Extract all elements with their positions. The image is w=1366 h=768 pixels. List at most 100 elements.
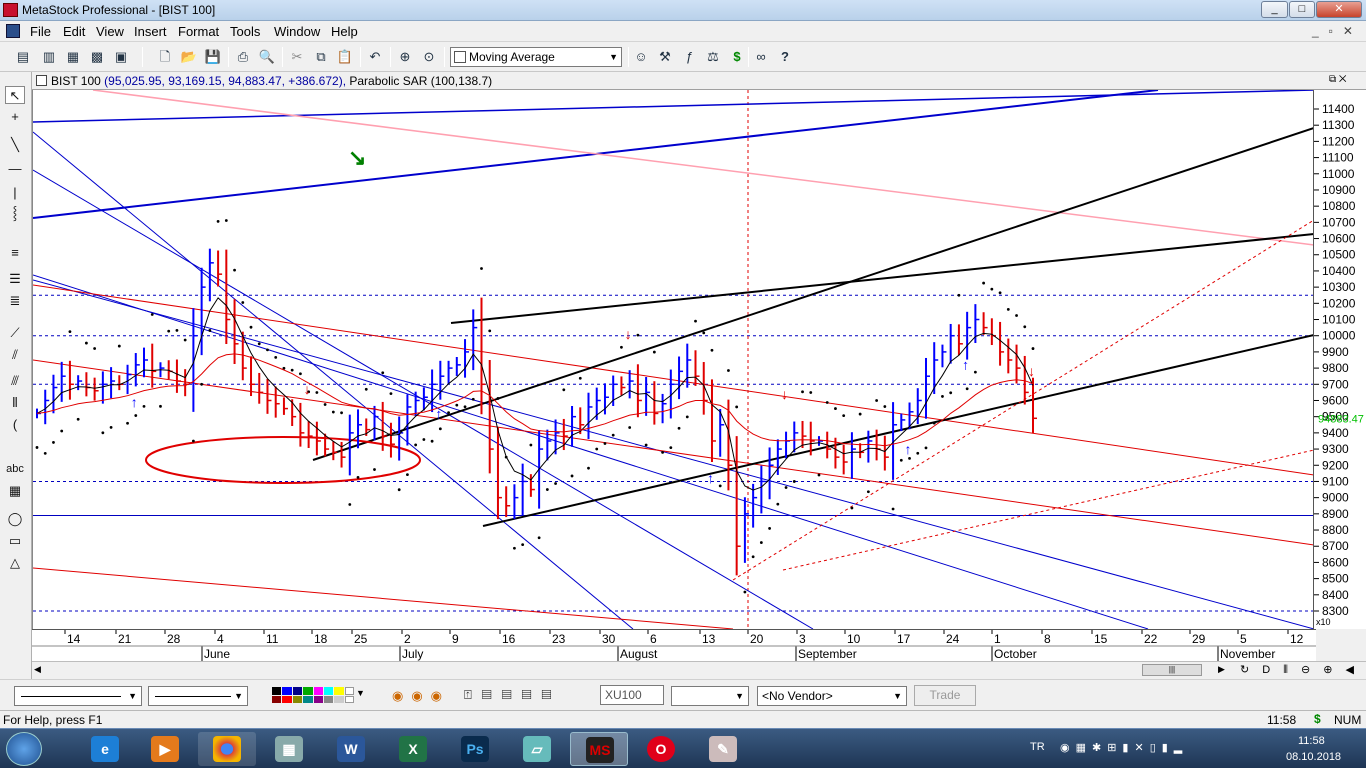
price-chart-svg[interactable]: ↑ ↓ ↑ ↓ ↑ ↓ ↑ ↑ ↓ ↘: [32, 89, 1315, 630]
x-day-label: 13: [702, 632, 716, 646]
scroll-right-icon[interactable]: ▶: [1218, 664, 1225, 675]
new-icon[interactable]: 🗋: [156, 48, 174, 66]
print-icon[interactable]: ⎙: [234, 48, 252, 66]
vertical-line-icon[interactable]: |: [5, 184, 25, 202]
rectangle-tool-icon[interactable]: ▭: [5, 532, 25, 550]
paste-icon[interactable]: 📋: [336, 48, 354, 66]
arc-icon[interactable]: (: [5, 416, 25, 434]
taskbar-chrome[interactable]: [198, 732, 256, 766]
taskbar-calculator[interactable]: ▦: [260, 732, 318, 766]
y-tick-label: 11400: [1322, 102, 1355, 116]
horizontal-line-icon[interactable]: —: [5, 160, 25, 178]
trendline-tool-icon[interactable]: ╲: [5, 136, 25, 154]
scroll-thumb[interactable]: |||: [1142, 664, 1202, 676]
cut-icon[interactable]: ✂: [288, 48, 306, 66]
help-pointer-icon[interactable]: ?: [776, 48, 794, 66]
menu-format[interactable]: Format: [178, 24, 219, 39]
binoculars-icon[interactable]: ∞: [752, 48, 770, 66]
layout-icons[interactable]: ⍐▤▤▤▤: [464, 687, 561, 703]
gann-icon[interactable]: ⟋: [5, 324, 25, 342]
clock-date[interactable]: 08.10.2018: [1286, 751, 1341, 763]
menu-insert[interactable]: Insert: [134, 24, 167, 39]
trade-button[interactable]: Trade: [914, 685, 976, 706]
maximize-button[interactable]: □: [1289, 1, 1315, 18]
taskbar-paint[interactable]: ✎: [694, 732, 752, 766]
table-tool-icon[interactable]: ▦: [5, 482, 25, 500]
copy-icon[interactable]: ⧉: [312, 48, 330, 66]
security-combo[interactable]: ▼: [671, 686, 749, 706]
save-icon[interactable]: 💾: [204, 48, 222, 66]
ellipse-tool-icon[interactable]: ◯: [5, 510, 25, 528]
sar-dot: [60, 429, 64, 433]
tile-vertical-icon[interactable]: ▥: [40, 48, 58, 66]
open-icon[interactable]: 📂: [180, 48, 198, 66]
line-weight-combo[interactable]: ▼: [148, 686, 248, 706]
sar-dot: [792, 480, 796, 483]
expert-advisor-icon[interactable]: ☺: [632, 48, 650, 66]
fibonacci-icon[interactable]: ≡: [5, 244, 25, 262]
symbol-input[interactable]: XU100: [600, 685, 664, 705]
taskbar-files[interactable]: ▱: [508, 732, 566, 766]
undo-icon[interactable]: ↶: [366, 48, 384, 66]
menu-tools[interactable]: Tools: [230, 24, 260, 39]
price-chart[interactable]: ↑ ↓ ↑ ↓ ↑ ↓ ↑ ↑ ↓ ↘: [32, 89, 1315, 630]
web-links-icons[interactable]: ◉◉◉: [392, 688, 450, 704]
chart-window-icon[interactable]: [36, 75, 47, 86]
explorer-icon[interactable]: ⚒: [656, 48, 674, 66]
taskbar-word[interactable]: W: [322, 732, 380, 766]
line-style-combo[interactable]: ▼: [14, 686, 142, 706]
start-button[interactable]: [6, 732, 42, 766]
sar-dot: [990, 287, 994, 291]
system-tester-icon[interactable]: ⚖: [704, 48, 722, 66]
pointer-tool-icon[interactable]: ↖: [5, 86, 25, 104]
menu-window[interactable]: Window: [274, 24, 320, 39]
sar-dot: [941, 395, 944, 398]
sar-dot: [463, 405, 467, 409]
speed-lines-icon[interactable]: ⸾: [5, 204, 25, 222]
windows-icon[interactable]: ▤: [14, 48, 32, 66]
language-indicator[interactable]: TR: [1030, 741, 1045, 753]
cycle-lines-icon[interactable]: ⫻: [5, 372, 25, 390]
vendor-combo[interactable]: <No Vendor> ▼: [757, 686, 907, 706]
sar-dot: [809, 391, 813, 394]
scroll-left-icon[interactable]: ◀: [34, 664, 41, 675]
tray-icons[interactable]: ◉▦✱⊞▮✕▯▮▂: [1060, 741, 1188, 754]
triangle-tool-icon[interactable]: △: [5, 554, 25, 572]
fib-ext-icon[interactable]: ≣: [5, 292, 25, 310]
menu-help[interactable]: Help: [331, 24, 358, 39]
close-button[interactable]: ✕: [1316, 1, 1362, 18]
indicator-builder-icon[interactable]: ƒ: [680, 48, 698, 66]
andrews-icon[interactable]: ⫽: [5, 346, 25, 364]
crosshair-icon[interactable]: ⊕: [396, 48, 414, 66]
document-icon[interactable]: [6, 24, 20, 38]
mdi-controls[interactable]: _ ▫ ✕: [1312, 24, 1353, 38]
menu-file[interactable]: File: [30, 24, 51, 39]
zoom-icon[interactable]: ⊙: [420, 48, 438, 66]
clock-time[interactable]: 11:58: [1298, 735, 1325, 747]
minimize-button[interactable]: _: [1261, 1, 1288, 18]
crosshair-tool-icon[interactable]: +: [5, 108, 25, 126]
taskbar-photoshop[interactable]: Ps: [446, 732, 504, 766]
cascade-icon[interactable]: ▣: [112, 48, 130, 66]
chart-nav-icons[interactable]: ↻ D ⫴ ⊖ ⊕ ◀ ▶: [1240, 663, 1366, 677]
text-tool-icon[interactable]: abc: [5, 460, 25, 478]
print-preview-icon[interactable]: 🔍: [258, 48, 276, 66]
taskbar-opera[interactable]: O: [632, 732, 690, 766]
chevron-down-icon[interactable]: ▼: [356, 688, 365, 698]
chart-scrollbar[interactable]: ◀ ||| ▶ ↻ D ⫴ ⊖ ⊕ ◀ ▶: [32, 661, 1366, 678]
dollar-icon[interactable]: $: [728, 48, 746, 66]
taskbar-ie[interactable]: e: [76, 732, 134, 766]
taskbar-media[interactable]: ▶: [136, 732, 194, 766]
color-palette[interactable]: [272, 687, 354, 703]
fib-retracement-icon[interactable]: ☰: [5, 270, 25, 288]
menu-view[interactable]: View: [96, 24, 124, 39]
menu-edit[interactable]: Edit: [63, 24, 85, 39]
taskbar-metastock[interactable]: MS: [570, 732, 628, 766]
grid-icon[interactable]: ▩: [88, 48, 106, 66]
taskbar-excel[interactable]: X: [384, 732, 442, 766]
indicator-combo[interactable]: Moving Average ▼: [450, 47, 622, 67]
time-zones-icon[interactable]: ⦀: [5, 394, 25, 412]
chart-window-controls[interactable]: ⧉ ✕: [1329, 74, 1347, 85]
tile-horizontal-icon[interactable]: ▦: [64, 48, 82, 66]
y-tick-label: 8600: [1322, 555, 1349, 569]
